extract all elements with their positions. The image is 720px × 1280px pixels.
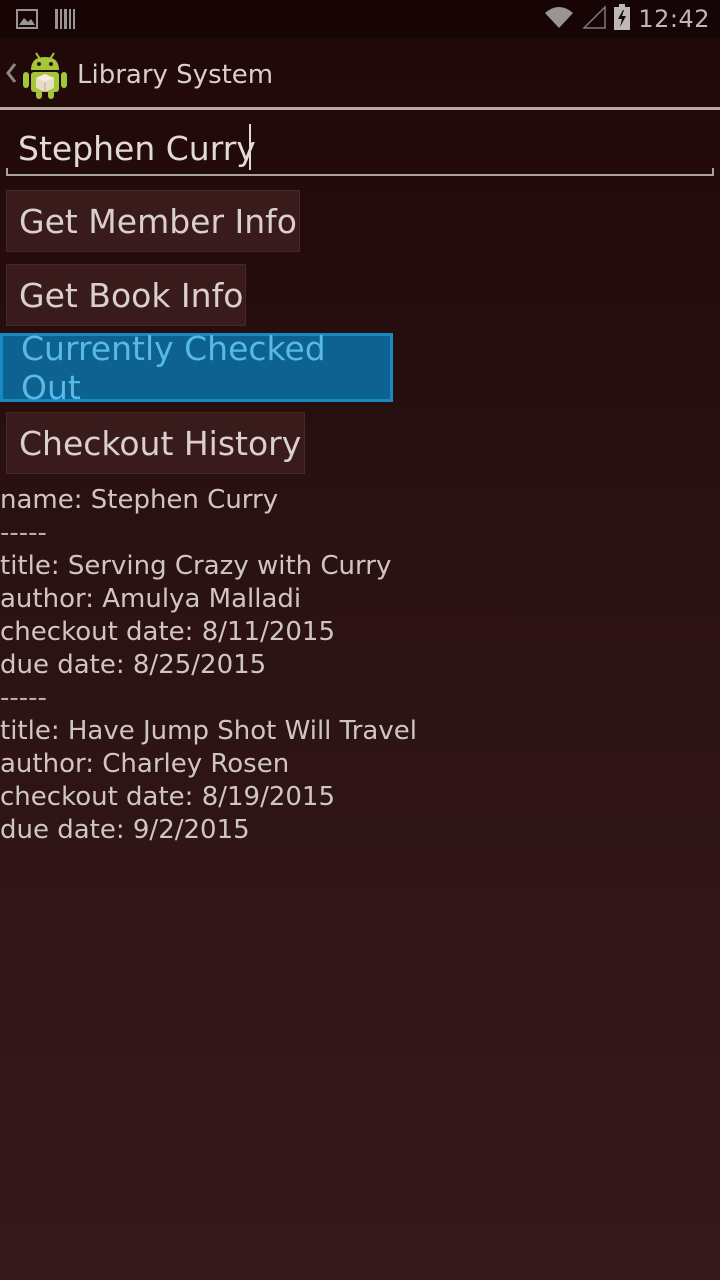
notification-icons	[16, 8, 76, 34]
input-underline-edges	[6, 168, 714, 176]
separator: -----	[0, 683, 47, 713]
book-title-line: title: Have Jump Shot Will Travel	[0, 716, 417, 746]
result-text: name: Stephen Curry ----- title: Serving…	[0, 484, 720, 847]
wifi-icon	[544, 5, 574, 33]
battery-charging-icon	[614, 4, 631, 34]
image-notification-icon	[16, 9, 38, 33]
book-title-line: title: Serving Crazy with Curry	[0, 551, 392, 581]
app-title: Library System	[77, 60, 274, 90]
back-chevron-icon[interactable]	[5, 62, 17, 88]
get-book-info-button[interactable]: Get Book Info	[6, 264, 246, 326]
separator: -----	[0, 518, 47, 548]
barcode-notification-icon	[54, 8, 76, 34]
action-bar: Library System	[0, 38, 720, 110]
signal-icon	[582, 5, 607, 33]
book-checkout-date-line: checkout date: 8/19/2015	[0, 782, 336, 812]
android-app-icon[interactable]	[22, 50, 68, 104]
checkout-history-button[interactable]: Checkout History	[6, 412, 305, 474]
book-checkout-date-line: checkout date: 8/11/2015	[0, 617, 336, 647]
text-cursor	[249, 124, 251, 170]
status-bar: 12:42	[0, 0, 720, 38]
system-status: 12:42	[544, 4, 710, 34]
book-due-date-line: due date: 9/2/2015	[0, 815, 250, 845]
member-name-input[interactable]	[6, 116, 714, 176]
member-name-field-container	[6, 116, 714, 180]
get-member-info-button[interactable]: Get Member Info	[6, 190, 300, 252]
member-name-line: name: Stephen Curry	[0, 485, 279, 515]
clock: 12:42	[638, 5, 710, 33]
book-due-date-line: due date: 8/25/2015	[0, 650, 267, 680]
currently-checked-out-button[interactable]: Currently Checked Out	[0, 329, 393, 407]
book-author-line: author: Amulya Malladi	[0, 584, 302, 614]
book-author-line: author: Charley Rosen	[0, 749, 290, 779]
